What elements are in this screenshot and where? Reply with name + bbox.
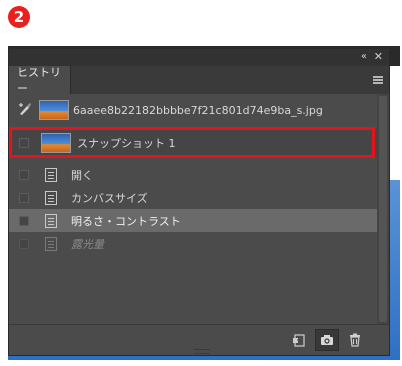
document-state-icon <box>45 167 57 182</box>
source-thumbnail <box>39 100 69 120</box>
list-item-state-open[interactable]: 開く <box>9 163 377 186</box>
panel-resize-grip[interactable] <box>194 349 210 354</box>
tab-history[interactable]: ヒストリー <box>9 66 71 95</box>
delete-state-button[interactable] <box>343 329 367 351</box>
list-item-state-brightness-contrast[interactable]: 明るさ・コントラスト <box>9 209 377 232</box>
state-checkbox[interactable] <box>19 169 29 180</box>
list-item-state-exposure[interactable]: 露光量 <box>9 232 377 255</box>
state-label: 明るさ・コントラスト <box>71 214 181 228</box>
state-label: カンバスサイズ <box>71 191 148 205</box>
document-state-icon <box>45 213 57 228</box>
document-state-icon <box>45 236 57 251</box>
state-label: 開く <box>71 168 93 182</box>
state-label: 露光量 <box>71 237 104 251</box>
scrollbar-thumb[interactable] <box>379 96 387 322</box>
list-item-state-canvas-size[interactable]: カンバスサイズ <box>9 186 377 209</box>
document-state-icon <box>45 190 57 205</box>
new-document-from-state-button[interactable] <box>287 329 311 351</box>
state-checkbox[interactable] <box>19 192 29 203</box>
create-snapshot-button[interactable] <box>315 329 339 351</box>
panel-tabbar: ヒストリー <box>9 66 389 95</box>
collapse-arrows-icon[interactable]: « <box>361 51 367 63</box>
create-snapshot-camera-icon <box>321 335 333 345</box>
source-image-filename: 6aaee8b22182bbbbe7f21c801d74e9ba_s.jpg <box>73 103 323 117</box>
state-checkbox[interactable] <box>19 215 29 226</box>
close-icon[interactable]: ✕ <box>374 50 383 63</box>
step-number-badge: 2 <box>8 6 30 28</box>
state-checkbox[interactable] <box>19 238 29 249</box>
history-scrollbar[interactable] <box>377 94 389 324</box>
history-panel: « ✕ ヒストリー 6aaee8b22182bbbbe7f21c801d74e9… <box>8 48 390 356</box>
history-brush-source-icon[interactable] <box>17 101 33 117</box>
panel-menu-icon[interactable] <box>373 76 383 84</box>
new-document-from-state-icon <box>293 334 305 347</box>
list-item-source-image[interactable]: 6aaee8b22182bbbbe7f21c801d74e9ba_s.jpg <box>9 97 377 123</box>
panel-footer <box>9 324 389 355</box>
snapshot-highlight-annotation <box>9 127 375 158</box>
tab-history-label: ヒストリー <box>17 66 61 95</box>
delete-state-trash-icon <box>350 333 360 347</box>
